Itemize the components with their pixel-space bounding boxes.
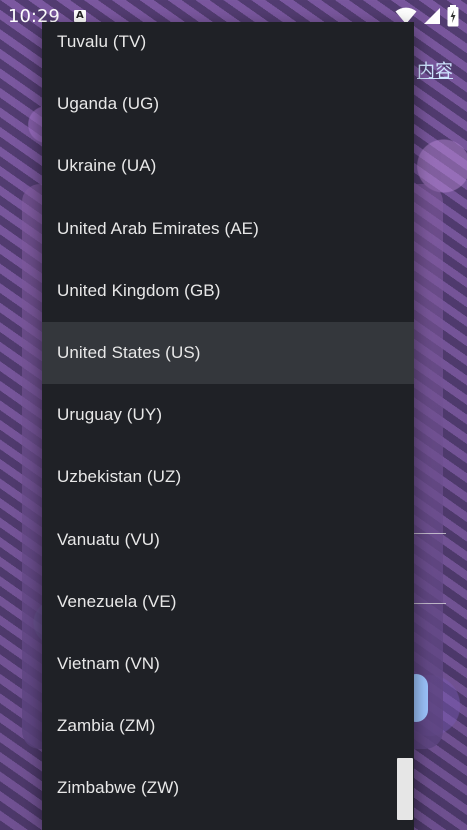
country-options-list: Tuvalu (TV) Uganda (UG) Ukraine (UA) Uni…	[42, 22, 414, 819]
input-underline	[414, 603, 446, 604]
input-underline	[414, 533, 446, 534]
country-option-united-states[interactable]: United States (US)	[42, 321, 414, 385]
country-option-vanuatu[interactable]: Vanuatu (VU)	[42, 509, 414, 571]
country-option-united-arab-emirates[interactable]: United Arab Emirates (AE)	[42, 198, 414, 260]
signal-icon	[424, 8, 440, 24]
country-option-ukraine[interactable]: Ukraine (UA)	[42, 135, 414, 197]
content-link[interactable]: 内容	[417, 57, 453, 83]
country-option-vietnam[interactable]: Vietnam (VN)	[42, 633, 414, 695]
country-option-tuvalu[interactable]: Tuvalu (TV)	[42, 22, 414, 73]
country-option-zambia[interactable]: Zambia (ZM)	[42, 695, 414, 757]
country-option-uganda[interactable]: Uganda (UG)	[42, 73, 414, 135]
scrollbar-thumb[interactable]	[397, 758, 413, 820]
country-option-uzbekistan[interactable]: Uzbekistan (UZ)	[42, 446, 414, 508]
battery-icon	[447, 5, 459, 27]
country-option-united-kingdom[interactable]: United Kingdom (GB)	[42, 260, 414, 322]
country-option-uruguay[interactable]: Uruguay (UY)	[42, 384, 414, 446]
country-dropdown-menu[interactable]: Tuvalu (TV) Uganda (UG) Ukraine (UA) Uni…	[42, 22, 414, 830]
notification-icon: A	[73, 10, 86, 22]
country-option-venezuela[interactable]: Venezuela (VE)	[42, 571, 414, 633]
country-option-zimbabwe[interactable]: Zimbabwe (ZW)	[42, 757, 414, 819]
